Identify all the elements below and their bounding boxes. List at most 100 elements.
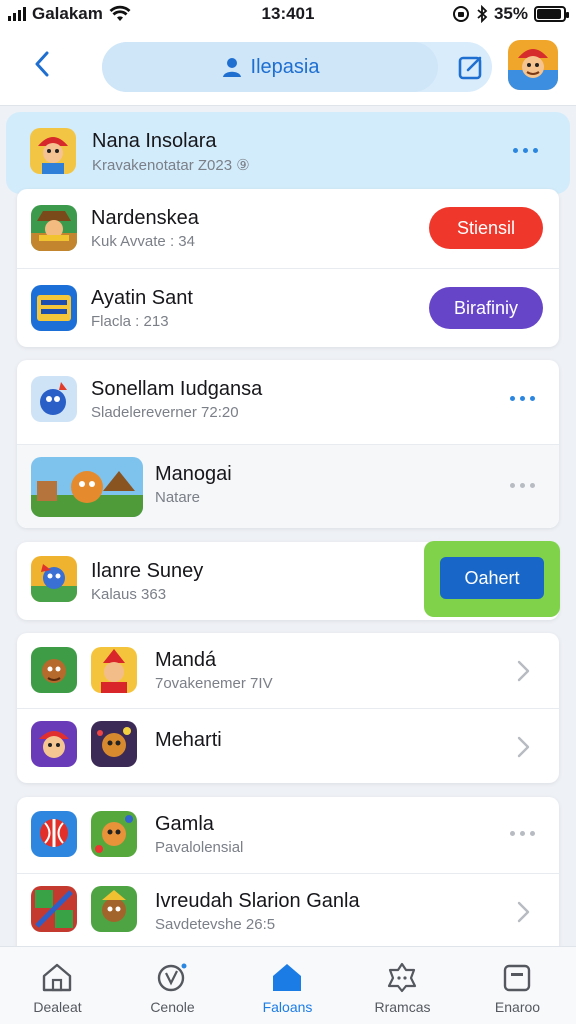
game-character-icon [91, 721, 137, 767]
more-options-icon[interactable] [510, 483, 535, 488]
game-character-icon [31, 721, 77, 767]
list-item-subtitle: Kravakenotatar Z023 ⑨ [92, 157, 250, 174]
more-options-icon[interactable] [510, 831, 535, 836]
list-item-highlighted[interactable]: Nana Insolara Kravakenotatar Z023 ⑨ [6, 112, 570, 194]
tab-enaroo[interactable]: Enaroo [460, 947, 575, 1024]
list-card: Sonellam Iudgansa Sladelereverner 72:20 … [17, 360, 559, 528]
list-item-subtitle: Flacla : 213 [91, 313, 169, 330]
list-item-title: Nana Insolara [92, 130, 217, 152]
game-thumbnail [31, 205, 77, 251]
action-button-frame: Oahert [424, 541, 560, 617]
chevron-right-icon[interactable] [513, 659, 533, 683]
game-character-icon [91, 886, 137, 932]
game-character-icon [91, 647, 137, 693]
list-item-title: Nardenskea [91, 207, 199, 229]
tab-rramcas[interactable]: Rramcas [345, 947, 460, 1024]
tab-faloans[interactable]: Faloans [230, 947, 345, 1024]
game-thumbnail [31, 721, 77, 767]
game-thumbnail [91, 721, 137, 767]
list-item-title: Mandá [155, 649, 217, 671]
list-item-title: Ivreudah Slarion Ganla [155, 890, 360, 912]
action-button-blue[interactable]: Oahert [440, 557, 544, 599]
game-logo-icon [31, 285, 77, 331]
game-thumbnail [91, 647, 137, 693]
chevron-right-icon[interactable] [513, 900, 533, 924]
list-item[interactable]: Manogai Natare [17, 444, 559, 528]
game-character-icon [30, 128, 76, 174]
game-character-icon [31, 376, 77, 422]
list-item-subtitle: Kalaus 363 [91, 586, 167, 603]
back-button[interactable] [22, 44, 62, 84]
list-card: Mandá 7ovakenemer 7IV Meharti [17, 633, 559, 783]
game-list: Nana Insolara Kravakenotatar Z023 ⑨ Nard… [0, 107, 576, 957]
tab-label: Cenole [150, 999, 195, 1015]
list-item-subtitle: 7ovakenemer 7IV [155, 675, 273, 692]
list-item[interactable]: Nardenskea Kuk Avvate : 34 Stiensil [17, 189, 559, 267]
top-header: Ilepasia [0, 30, 576, 106]
game-character-icon [91, 811, 137, 857]
list-item-title: Gamla [155, 813, 214, 835]
game-thumbnail [30, 128, 76, 174]
tab-label: Rramcas [374, 999, 431, 1015]
game-character-icon [31, 647, 77, 693]
more-options-icon[interactable] [510, 396, 535, 401]
list-item[interactable]: Meharti [17, 708, 559, 783]
tab-label: Faloans [262, 999, 313, 1015]
game-thumbnail [31, 556, 77, 602]
wallet-icon [503, 964, 531, 992]
action-button-red[interactable]: Stiensil [429, 207, 543, 249]
list-item-title: Sonellam Iudgansa [91, 378, 263, 400]
list-item-subtitle: Natare [155, 489, 201, 506]
more-options-icon[interactable] [513, 148, 538, 153]
bluetooth-icon [477, 5, 488, 23]
game-thumbnail [91, 811, 137, 857]
tab-label: Enaroo [494, 999, 541, 1015]
game-puzzle-icon [31, 886, 77, 932]
list-item-subtitle: Sladelereverner 72:20 [91, 404, 239, 421]
list-item-subtitle: Kuk Avvate : 34 [91, 233, 195, 250]
house-filled-icon [273, 964, 301, 991]
game-thumbnail [31, 376, 77, 422]
list-item[interactable]: Ivreudah Slarion Ganla Savdetevshe 26:5 [17, 873, 559, 957]
list-item-title: Ilanre Suney [91, 560, 204, 582]
battery-percent: 35% [493, 4, 528, 23]
orientation-lock-icon [452, 6, 469, 22]
list-card: Nardenskea Kuk Avvate : 34 Stiensil Ayat… [17, 189, 559, 347]
badge-icon [387, 962, 417, 993]
game-thumbnail [31, 811, 77, 857]
edit-button[interactable] [456, 52, 486, 82]
game-balloon-icon [31, 811, 77, 857]
game-scene-icon [31, 457, 143, 517]
list-item[interactable]: Ayatin Sant Flacla : 213 Birafiniy [17, 268, 559, 346]
game-character-icon [508, 40, 558, 90]
profile-avatar[interactable] [508, 40, 558, 90]
tab-label: Dealeat [33, 999, 82, 1015]
list-item[interactable]: Mandá 7ovakenemer 7IV [17, 633, 559, 708]
edit-icon [458, 56, 482, 80]
game-character-icon [31, 205, 77, 251]
action-button-purple[interactable]: Birafiniy [429, 287, 543, 329]
list-item-title: Manogai [155, 463, 232, 485]
person-icon [222, 58, 241, 77]
game-character-icon [31, 556, 77, 602]
chevron-right-icon[interactable] [513, 735, 533, 759]
game-thumbnail [91, 886, 137, 932]
list-item[interactable]: Gamla Pavalolensial [17, 797, 559, 873]
tab-cenole[interactable]: Cenole [115, 947, 230, 1024]
list-card: Gamla Pavalolensial Ivreudah Slarion Gan… [17, 797, 559, 957]
compass-icon [157, 963, 187, 992]
list-item-subtitle: Savdetevshe 26:5 [155, 916, 276, 933]
game-thumbnail [31, 886, 77, 932]
list-item-title: Meharti [155, 729, 222, 751]
list-item[interactable]: Sonellam Iudgansa Sladelereverner 72:20 [17, 360, 559, 444]
home-icon [42, 963, 72, 992]
bottom-tab-bar: Dealeat Cenole Faloans Rramcas Enaroo [0, 946, 576, 1024]
title-pill[interactable]: Ilepasia [102, 42, 492, 92]
game-thumbnail [31, 457, 143, 517]
chevron-left-icon [35, 51, 49, 77]
tab-dealeat[interactable]: Dealeat [0, 947, 115, 1024]
list-card: Ilanre Suney Kalaus 363 Oahert [17, 541, 560, 620]
title-pill-label: Ilepasia [250, 55, 320, 78]
list-item-title: Ayatin Sant [91, 287, 193, 309]
game-thumbnail [31, 285, 77, 331]
